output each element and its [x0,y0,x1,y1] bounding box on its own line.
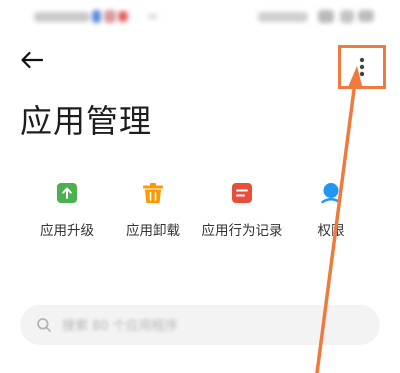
battery-icon [358,10,374,22]
arrow-left-icon [21,51,44,69]
status-bar [0,0,400,34]
status-left-text [34,12,90,22]
signal-icon [340,10,354,23]
back-button[interactable] [12,44,52,76]
shortcut-app-upgrade[interactable]: 应用升级 [17,176,117,240]
shortcut-app-uninstall[interactable]: 应用卸载 [103,176,203,240]
shortcut-label: 权限 [317,223,345,239]
search-input[interactable]: 搜索 80 个应用程序 [20,305,380,345]
search-icon [37,318,51,332]
notification-icon [104,10,116,23]
status-right-text [258,12,308,22]
more-button[interactable] [338,45,386,89]
shortcut-permissions[interactable]: 权限 [281,176,381,240]
shortcut-row: 应用升级 应用卸载 应用行为记录 权限 [0,176,400,246]
shortcut-app-behavior-record[interactable]: 应用行为记录 [192,176,292,240]
status-dot [148,14,158,19]
shortcut-label: 应用升级 [40,223,94,239]
notification-icon [118,11,128,22]
record-icon [232,183,252,203]
shortcut-label: 应用卸载 [126,223,180,239]
search-placeholder: 搜索 80 个应用程序 [62,319,178,334]
upgrade-icon [57,183,77,203]
page-title: 应用管理 [20,102,153,140]
trash-icon [143,183,163,203]
wifi-icon [318,10,334,23]
shortcut-label: 应用行为记录 [201,223,283,239]
permission-icon [321,183,341,204]
more-vertical-icon [359,57,365,77]
network-icon [92,10,101,23]
